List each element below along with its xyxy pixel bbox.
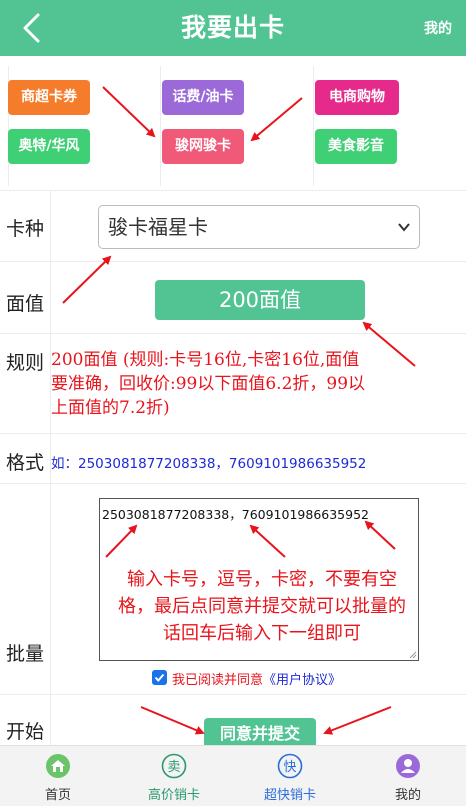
category-dianshang-button[interactable]: 电商购物: [315, 80, 399, 115]
chevron-down-icon: [398, 223, 410, 232]
tab-home-label: 首页: [44, 788, 71, 803]
category-junwang-button[interactable]: 骏网骏卡: [162, 129, 244, 164]
batch-label: 批量: [6, 643, 45, 665]
tab-mine[interactable]: 我的: [350, 746, 466, 806]
tab-fast[interactable]: 快 超快销卡: [232, 746, 348, 806]
rules-label: 规则: [6, 352, 45, 374]
tab-sell-label: 高价销卡: [147, 788, 200, 803]
card-type-select[interactable]: 骏卡福星卡: [98, 205, 420, 249]
format-row: 格式 如：2503081877208338，7609101986635952: [0, 433, 466, 483]
divider: [160, 66, 161, 186]
card-type-label: 卡种: [6, 218, 45, 240]
fast-glyph: 快: [283, 760, 296, 775]
top-bar: 我要出卡 我的: [0, 0, 466, 56]
batch-hint-annotation: 输入卡号，逗号，卡密，不要有空格，最后点同意并提交就可以批量的话回车后输入下一组…: [118, 569, 406, 644]
category-shangchao-button[interactable]: 商超卡券: [8, 80, 90, 115]
format-example: 如：2503081877208338，7609101986635952: [51, 456, 367, 472]
mine-link[interactable]: 我的: [424, 18, 452, 38]
bottom-tab-bar: 首页 卖 高价销卡 快 超快销卡 我的: [0, 745, 466, 806]
sell-icon: 卖: [161, 753, 187, 779]
divider: [50, 484, 51, 694]
resize-grip-icon[interactable]: [409, 651, 417, 659]
card-type-row: 卡种 骏卡福星卡: [0, 190, 466, 261]
face-value-button[interactable]: 200面值: [155, 280, 365, 320]
sell-glyph: 卖: [167, 760, 180, 775]
agree-checkbox[interactable]: [152, 670, 167, 685]
batch-row: 批量 2503081877208338，7609101986635952 输入卡…: [0, 483, 466, 694]
start-label: 开始: [6, 721, 45, 743]
user-agreement-link[interactable]: 《用户协议》: [263, 673, 341, 688]
home-icon: [46, 754, 70, 778]
category-meishi-button[interactable]: 美食影音: [315, 129, 397, 164]
face-value-row: 面值 200面值: [0, 261, 466, 333]
category-aote-button[interactable]: 奥特/华风: [8, 129, 90, 164]
category-huafei-button[interactable]: 话费/油卡: [162, 80, 244, 115]
batch-input-value: 2503081877208338，7609101986635952: [102, 507, 369, 522]
fast-icon: 快: [277, 753, 303, 779]
category-panel: 商超卡券 话费/油卡 电商购物 奥特/华风 骏网骏卡 美食影音: [0, 62, 466, 190]
card-type-value: 骏卡福星卡: [108, 215, 208, 239]
divider: [50, 262, 51, 333]
agreement-text: 我已阅读并同意《用户协议》: [172, 669, 341, 688]
agreement-prefix: 我已阅读并同意: [172, 673, 264, 688]
tab-fast-label: 超快销卡: [263, 788, 316, 803]
tab-mine-label: 我的: [394, 788, 421, 803]
rules-text: 200面值 (规则:卡号16位,卡密16位,面值要准确，回收价:99以下面值6.…: [51, 350, 366, 418]
face-value-label: 面值: [6, 293, 45, 315]
format-label: 格式: [6, 452, 45, 474]
divider: [50, 191, 51, 261]
tab-sell[interactable]: 卖 高价销卡: [116, 746, 232, 806]
divider: [313, 66, 314, 186]
rules-row: 规则 200面值 (规则:卡号16位,卡密16位,面值要准确，回收价:99以下面…: [0, 333, 466, 433]
page-title: 我要出卡: [180, 13, 285, 42]
user-icon: [396, 754, 420, 778]
tab-home[interactable]: 首页: [0, 746, 116, 806]
